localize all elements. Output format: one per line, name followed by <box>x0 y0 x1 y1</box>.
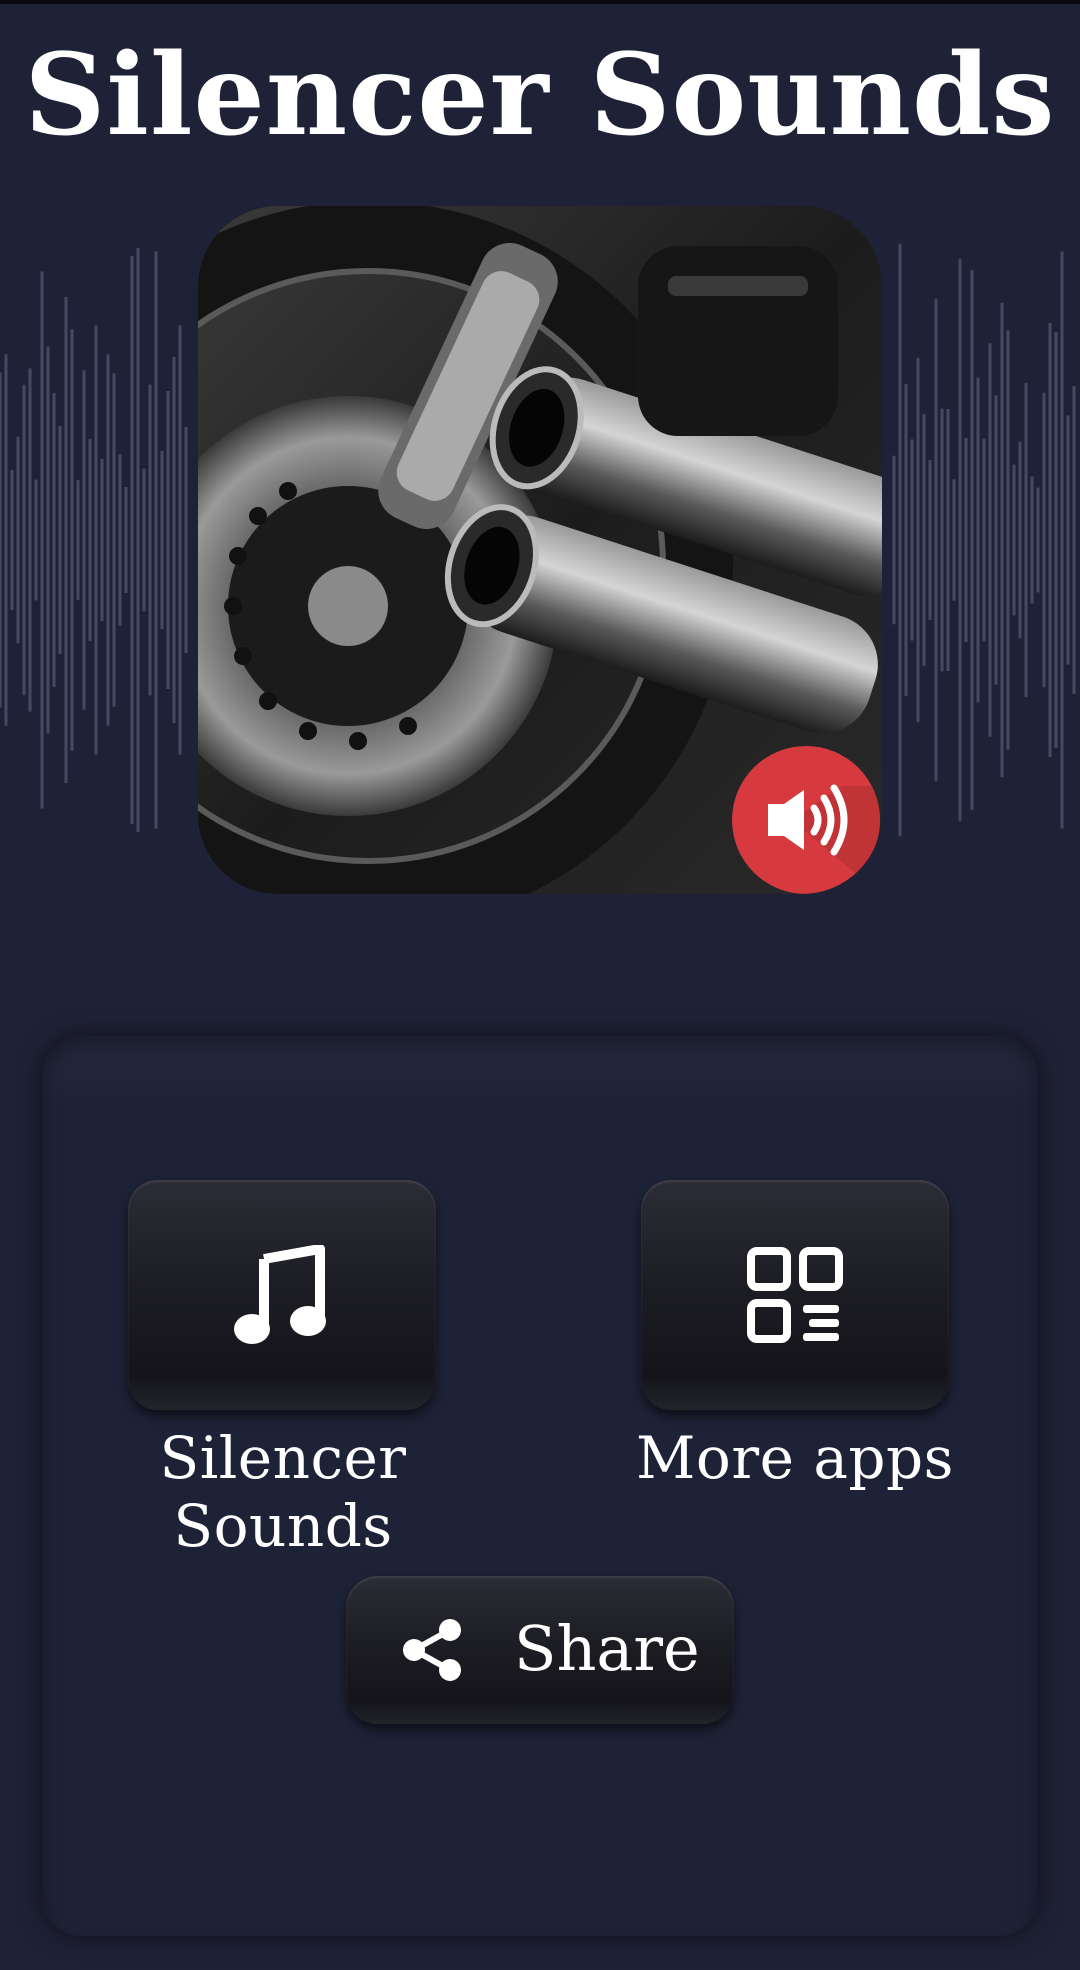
speaker-icon <box>768 784 880 894</box>
more-apps-button[interactable] <box>641 1180 949 1410</box>
share-button[interactable]: Share <box>346 1576 734 1724</box>
silencer-sounds-label: Silencer Sounds <box>159 1424 407 1560</box>
app-grid-icon <box>747 1247 843 1343</box>
hero-image[interactable] <box>198 206 882 894</box>
share-icon <box>403 1619 461 1681</box>
sound-badge[interactable] <box>732 746 880 894</box>
page-title: Silencer Sounds <box>24 30 1056 161</box>
music-note-icon <box>234 1245 326 1344</box>
silencer-sounds-button[interactable] <box>128 1180 436 1410</box>
more-apps-label: More apps <box>636 1424 954 1492</box>
share-label: Share <box>514 1612 700 1685</box>
